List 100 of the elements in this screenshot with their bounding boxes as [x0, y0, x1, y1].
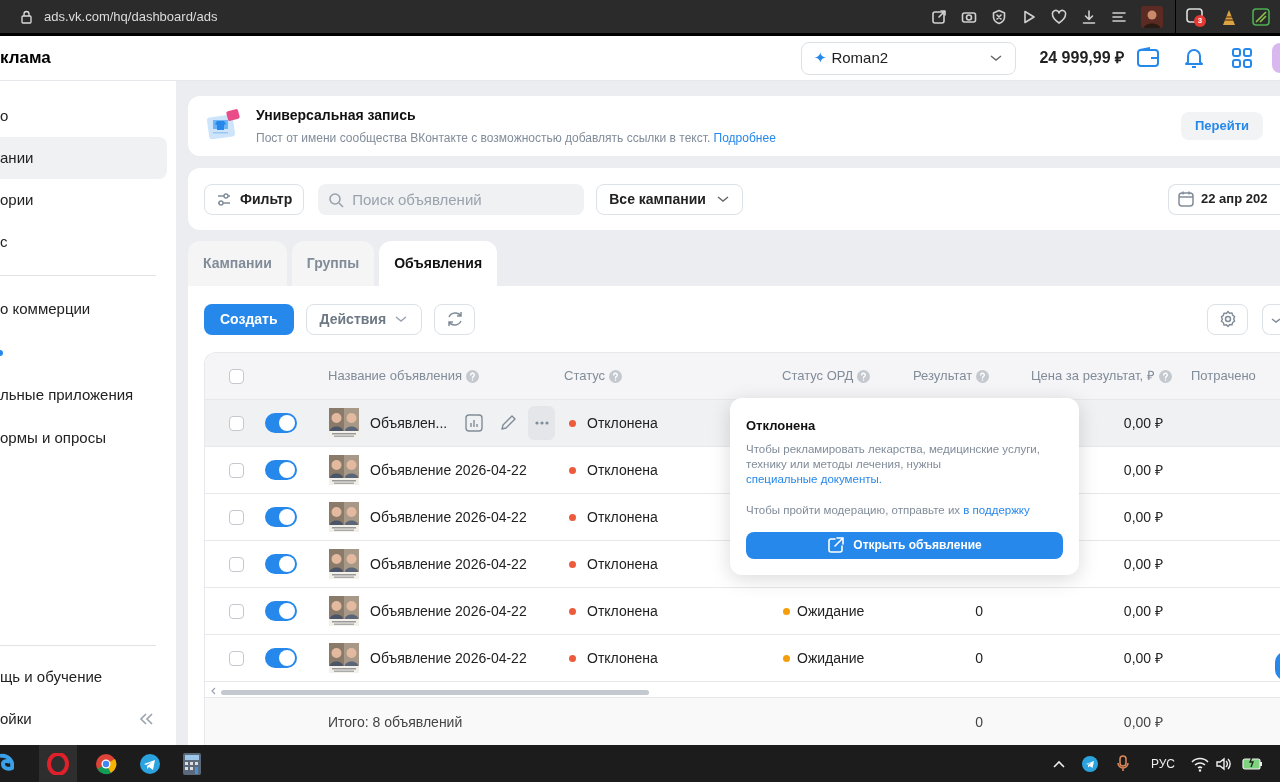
window-icon[interactable] — [1186, 6, 1204, 25]
sidebar-item[interactable]: ормы и опросы — [0, 417, 167, 460]
sidebar-item[interactable]: льные приложения — [0, 374, 167, 417]
toggle-switch[interactable] — [265, 413, 297, 433]
sidebar-item[interactable]: ойки — [0, 707, 32, 731]
microphone-icon[interactable] — [1114, 755, 1131, 772]
chart-icon[interactable] — [465, 414, 484, 432]
checkbox[interactable] — [229, 603, 244, 619]
share-icon[interactable] — [931, 8, 947, 25]
telegram-icon[interactable] — [139, 752, 161, 775]
refresh-icon — [445, 310, 464, 328]
toggle-switch[interactable] — [265, 507, 297, 527]
result-value: 0 — [975, 601, 983, 621]
external-link-icon — [827, 536, 846, 554]
price-value: 0,00 ₽ — [1123, 460, 1163, 480]
ad-name[interactable]: Объявление 2026-04-22 — [370, 553, 527, 575]
search-field[interactable]: Поиск объявлений — [318, 183, 585, 215]
actions-button[interactable]: Действия — [305, 303, 423, 335]
ad-name[interactable]: Объявлен... — [370, 412, 448, 434]
toggle-switch[interactable] — [265, 554, 297, 574]
sidebar-item[interactable]: о — [0, 95, 167, 137]
scroll-left-icon[interactable] — [210, 687, 217, 695]
volume-icon[interactable] — [1215, 755, 1231, 772]
chevron-up-icon[interactable] — [1051, 758, 1066, 769]
sidebar-item[interactable]: с — [0, 221, 167, 263]
banner-text: Пост от имени сообщества ВКонтакте с возможностью добавлять ссылки в текст. Подробнее — [256, 130, 776, 147]
wifi-icon[interactable] — [1191, 755, 1209, 772]
address-bar[interactable]: ads.vk.com/hq/dashboard/ads — [44, 6, 218, 27]
status-text: Отклонена — [587, 554, 658, 574]
checkbox[interactable] — [229, 462, 244, 478]
language-indicator[interactable]: РУС — [1150, 754, 1175, 773]
settings-button[interactable] — [1207, 303, 1248, 335]
play-icon[interactable] — [1021, 8, 1037, 25]
ad-name[interactable]: Объявление 2026-04-22 — [370, 647, 527, 669]
status-text: Отклонена — [587, 413, 658, 433]
scrollbar-thumb[interactable] — [221, 690, 649, 695]
documents-link[interactable]: специальные документы. — [746, 472, 882, 485]
details-link[interactable]: Подробнее — [713, 131, 776, 145]
ad-name[interactable]: Объявление 2026-04-22 — [370, 506, 527, 528]
open-ad-button[interactable]: Открыть объявление — [746, 531, 1063, 559]
sidebar-item[interactable]: о коммерции — [0, 288, 167, 331]
heart-icon[interactable] — [1051, 8, 1067, 25]
toggle-switch[interactable] — [265, 601, 297, 621]
price-value: 0,00 ₽ — [1123, 713, 1163, 732]
telegram-icon[interactable] — [1081, 755, 1098, 772]
result-value: 0 — [975, 648, 983, 668]
checkbox[interactable] — [229, 415, 244, 431]
filter-button[interactable]: Фильтр — [204, 183, 305, 215]
balance: 24 999,99 ₽ — [1039, 48, 1124, 68]
refresh-button[interactable] — [434, 303, 476, 335]
taskbar-button[interactable] — [39, 745, 77, 782]
price-value: 0,00 ₽ — [1123, 648, 1163, 668]
calendar-icon — [1177, 190, 1195, 208]
campaign-select[interactable]: Все кампании — [596, 183, 743, 215]
sidebar-item[interactable]: ании — [0, 137, 167, 179]
shield-icon[interactable] — [991, 8, 1007, 25]
ad-name[interactable]: Объявление 2026-04-22 — [370, 459, 527, 481]
tab[interactable]: Объявления — [379, 241, 498, 286]
toggle-switch[interactable] — [265, 648, 297, 668]
support-link[interactable]: в поддержку — [963, 503, 1030, 516]
lock-icon — [20, 9, 33, 24]
toggle-switch[interactable] — [265, 460, 297, 480]
pencil-icon[interactable] — [499, 414, 518, 432]
sparkle-icon: ✦ — [814, 46, 828, 70]
ord-status-text: Ожидание — [797, 648, 865, 668]
pen-icon[interactable] — [1252, 7, 1270, 26]
battery-icon[interactable] — [1242, 756, 1262, 771]
calculator-icon[interactable] — [181, 752, 203, 775]
bell-icon[interactable] — [1182, 46, 1206, 70]
date-picker[interactable]: 22 апр 202 — [1168, 183, 1280, 215]
status-text: Отклонена — [587, 601, 658, 621]
checkbox[interactable] — [229, 509, 244, 525]
ad-name[interactable]: Объявление 2026-04-22 — [370, 600, 527, 622]
sliders-icon — [216, 191, 232, 207]
checkbox[interactable] — [229, 650, 244, 666]
wallet-icon[interactable] — [1136, 46, 1160, 70]
ord-status-text: Ожидание — [797, 601, 865, 621]
price-value: 0,00 ₽ — [1123, 601, 1163, 621]
sidebar-item[interactable]: щь и обучение — [0, 665, 103, 689]
profile-avatar[interactable] — [1141, 5, 1163, 28]
export-button[interactable] — [1262, 303, 1280, 335]
opera-icon — [47, 752, 69, 775]
apps-icon[interactable] — [1230, 46, 1254, 70]
price-value: 0,00 ₽ — [1123, 413, 1163, 433]
chrome-icon[interactable] — [95, 752, 117, 775]
checkbox[interactable] — [229, 368, 244, 384]
price-value: 0,00 ₽ — [1123, 554, 1163, 574]
collapse-icon[interactable] — [138, 711, 154, 727]
create-button[interactable]: Создать — [204, 303, 294, 335]
banner-title: Универсальная запись — [256, 106, 417, 125]
price-value: 0,00 ₽ — [1123, 507, 1163, 527]
status-text: Отклонена — [587, 460, 658, 480]
total-text: Итого: 8 объявлений — [328, 714, 463, 730]
sidebar-item[interactable]: ории — [0, 179, 167, 221]
app-title: клама — [0, 47, 51, 70]
download-icon[interactable] — [1081, 8, 1097, 25]
settings-icon — [1218, 310, 1237, 328]
status-text: Отклонена — [587, 507, 658, 527]
account-select[interactable]: ✦ Roman2 — [801, 41, 1017, 75]
checkbox[interactable] — [229, 556, 244, 572]
